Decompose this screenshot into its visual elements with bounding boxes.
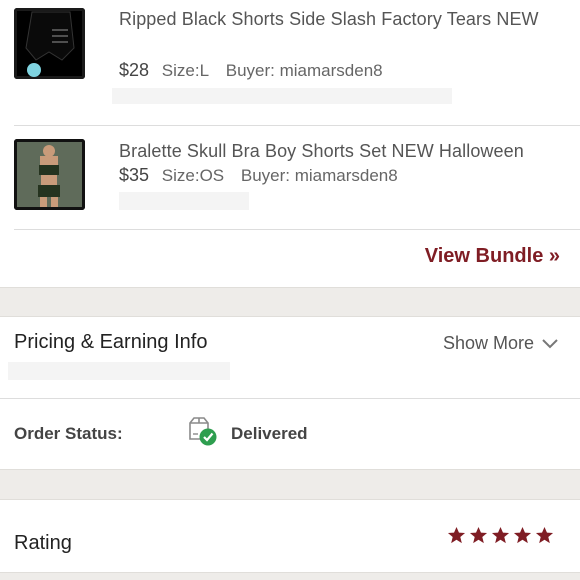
item-title[interactable]: Bralette Skull Bra Boy Shorts Set NEW Ha… xyxy=(119,139,560,164)
show-more-label: Show More xyxy=(442,333,534,353)
section-separator xyxy=(0,572,580,580)
order-status-label: Order Status: xyxy=(14,424,123,443)
bralette-set-photo-icon xyxy=(14,139,85,210)
pricing-section-title: Pricing & Earning Info xyxy=(14,331,208,353)
item-price: $28 xyxy=(119,60,150,80)
divider xyxy=(14,229,580,230)
star-icon xyxy=(447,526,466,544)
item-price: $35 xyxy=(119,165,150,185)
redacted-area xyxy=(8,362,230,380)
show-more-button[interactable]: Show More xyxy=(443,333,558,354)
star-icon xyxy=(469,526,488,544)
item-buyer: Buyer: miamarsden8 xyxy=(225,61,383,80)
view-bundle-link[interactable]: View Bundle » xyxy=(425,245,560,268)
item-size: Size:OS xyxy=(161,166,225,185)
chevron-down-icon xyxy=(542,338,558,348)
star-icon xyxy=(535,526,554,544)
item-size: Size:L xyxy=(161,61,210,80)
item-title[interactable]: Ripped Black Shorts Side Slash Factory T… xyxy=(119,7,560,32)
item-buyer: Buyer: miamarsden8 xyxy=(240,166,398,185)
item-thumbnail[interactable] xyxy=(14,8,85,79)
section-separator xyxy=(0,287,580,317)
star-icon xyxy=(491,526,510,544)
black-shorts-photo-icon xyxy=(14,8,85,79)
rating-stars xyxy=(447,526,554,545)
star-icon xyxy=(513,526,532,544)
divider xyxy=(0,398,580,399)
item-meta: $35 Size:OS Buyer: miamarsden8 xyxy=(119,165,398,186)
order-item[interactable]: Ripped Black Shorts Side Slash Factory T… xyxy=(0,0,580,125)
redacted-area xyxy=(119,192,249,210)
item-thumbnail[interactable] xyxy=(14,139,85,210)
redacted-area xyxy=(112,88,452,104)
item-meta: $28 Size:L Buyer: miamarsden8 xyxy=(119,60,383,81)
order-item[interactable]: Bralette Skull Bra Boy Shorts Set NEW Ha… xyxy=(0,126,580,230)
section-separator xyxy=(0,469,580,500)
delivered-box-check-icon xyxy=(186,417,218,447)
rating-section-title: Rating xyxy=(14,532,72,554)
order-status-value: Delivered xyxy=(231,424,308,443)
